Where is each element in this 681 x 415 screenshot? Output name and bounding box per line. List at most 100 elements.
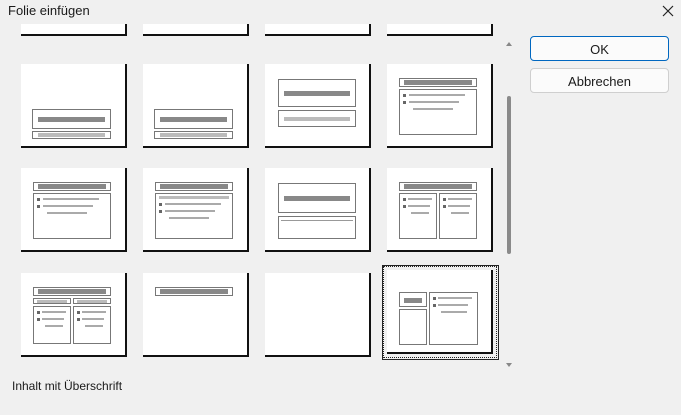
title-placeholder: [278, 79, 356, 107]
text-line: [165, 203, 221, 205]
scrollbar-thumb[interactable]: [507, 96, 511, 254]
text-line: [85, 325, 103, 327]
layout-gallery[interactable]: [0, 24, 503, 372]
right-header-placeholder: [73, 298, 111, 304]
text-line: [411, 212, 429, 214]
placeholder-bar: [38, 133, 105, 137]
layout-thumbnail-partial[interactable]: [387, 24, 493, 36]
bullet: [443, 205, 446, 208]
text-line: [438, 297, 472, 299]
title-placeholder: [155, 287, 233, 296]
bullet: [403, 198, 406, 201]
placeholder-bar: [160, 289, 228, 294]
placeholder-bar: [38, 184, 106, 189]
text-line: [408, 205, 430, 207]
text-line: [82, 318, 104, 320]
text-line: [448, 205, 470, 207]
bullet: [37, 198, 40, 201]
caption-placeholder: [399, 309, 427, 345]
placeholder-bar: [284, 196, 350, 201]
text-line: [45, 325, 63, 327]
placeholder-bar: [159, 196, 229, 199]
title-placeholder: [33, 287, 111, 296]
bullet: [403, 101, 406, 104]
text-line: [409, 94, 465, 96]
title-placeholder: [32, 109, 111, 129]
text-placeholder: [154, 131, 233, 139]
cancel-button[interactable]: Abbrechen: [530, 68, 669, 93]
text-line: [169, 217, 209, 219]
text-line: [165, 210, 215, 212]
vertical-scrollbar[interactable]: [503, 38, 517, 372]
content-placeholder: [33, 193, 111, 239]
title-placeholder: [33, 182, 111, 191]
content-placeholder: [429, 292, 478, 345]
placeholder-bar: [284, 117, 350, 121]
text-line: [438, 304, 468, 306]
layout-thumbnail-partial[interactable]: [21, 24, 127, 36]
bullet: [77, 318, 80, 321]
layout-thumbnail-partial[interactable]: [265, 24, 371, 36]
bullet: [37, 311, 40, 314]
layout-thumbnail-partial[interactable]: [143, 24, 249, 36]
layout-title-and-content[interactable]: [387, 64, 493, 148]
bullet: [403, 94, 406, 97]
layout-blank[interactable]: [265, 273, 371, 357]
title-placeholder: [399, 292, 427, 307]
text-line: [42, 311, 66, 313]
scroll-up-arrow-icon[interactable]: [506, 42, 512, 46]
layout-title-slide[interactable]: [21, 64, 127, 148]
layout-two-content[interactable]: [387, 168, 493, 252]
text-line: [408, 198, 432, 200]
text-line: [441, 311, 467, 313]
text-line: [43, 198, 99, 200]
ok-button[interactable]: OK: [530, 36, 669, 61]
dialog-title: Folie einfügen: [8, 3, 90, 18]
left-content-placeholder: [399, 193, 437, 239]
title-bar: Folie einfügen: [0, 0, 681, 24]
layout-title-content-box[interactable]: [21, 168, 127, 252]
text-line: [47, 212, 87, 214]
layout-title-and-subtitle[interactable]: [265, 64, 371, 148]
bullet: [159, 203, 162, 206]
layout-title-only[interactable]: [143, 273, 249, 357]
text-line: [42, 318, 64, 320]
close-button[interactable]: [656, 0, 680, 22]
layout-comparison[interactable]: [21, 273, 127, 357]
layout-title-header-content[interactable]: [143, 168, 249, 252]
placeholder-bar: [160, 133, 227, 137]
bullet: [433, 297, 436, 300]
title-placeholder: [399, 182, 477, 191]
placeholder-bar: [77, 300, 107, 303]
content-placeholder: [399, 89, 477, 135]
placeholder-bar: [38, 117, 105, 122]
placeholder-bar: [160, 184, 228, 189]
placeholder-bar: [284, 91, 350, 96]
placeholder-bar: [38, 289, 106, 294]
placeholder-bar: [404, 184, 472, 189]
bullet: [77, 311, 80, 314]
bullet: [403, 205, 406, 208]
text-line: [281, 220, 353, 221]
layout-title-two-boxes[interactable]: [265, 168, 371, 252]
placeholder-bar: [404, 80, 472, 85]
selected-layout-name: Inhalt mit Überschrift: [12, 379, 123, 393]
title-placeholder: [399, 78, 477, 87]
text-line: [448, 198, 472, 200]
layout-content-with-caption[interactable]: [382, 265, 499, 360]
text-line: [82, 311, 106, 313]
title-placeholder: [278, 183, 356, 213]
text-line: [451, 212, 469, 214]
placeholder-bar: [404, 298, 422, 303]
left-content-placeholder: [33, 306, 71, 344]
text-line: [409, 101, 459, 103]
right-content-placeholder: [439, 193, 477, 239]
content-placeholder: [155, 193, 233, 239]
subtitle-placeholder: [278, 110, 356, 127]
placeholder-bar: [37, 300, 67, 303]
subtitle-placeholder: [32, 131, 111, 139]
title-placeholder: [154, 109, 233, 129]
layout-section-header[interactable]: [143, 64, 249, 148]
scroll-down-arrow-icon[interactable]: [506, 363, 512, 367]
right-content-placeholder: [73, 306, 111, 344]
